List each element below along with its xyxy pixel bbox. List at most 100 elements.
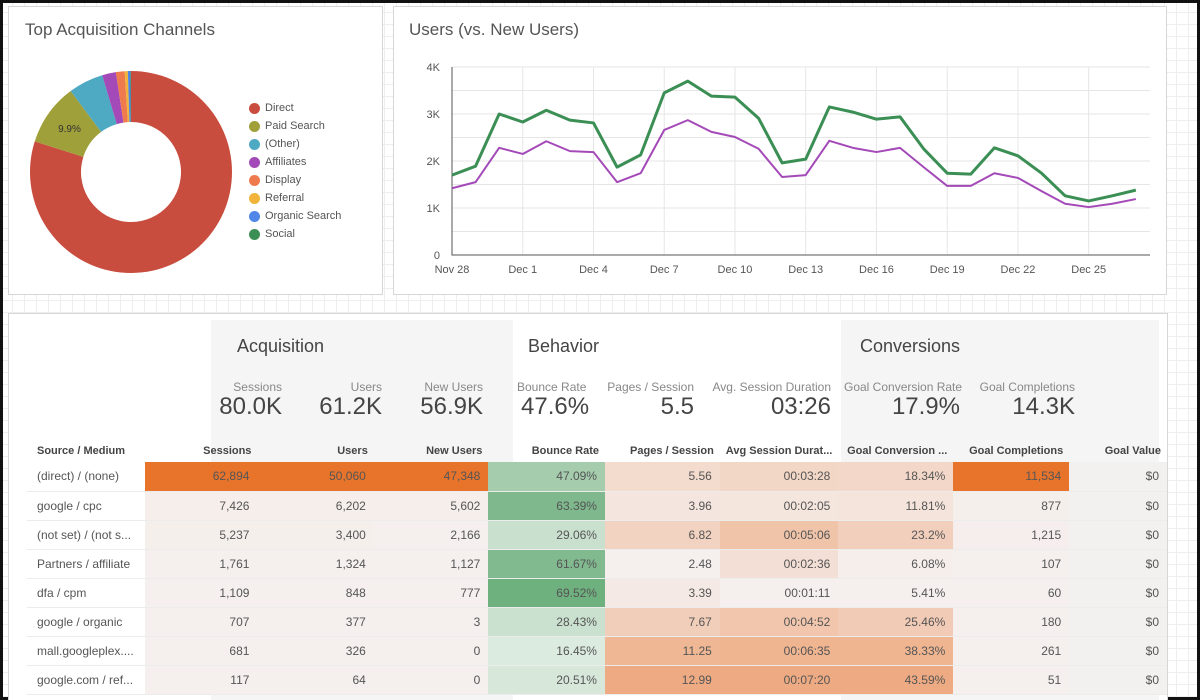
source-medium-cell[interactable]: Partners / affiliate (27, 549, 145, 579)
legend-item[interactable]: Social (249, 225, 341, 243)
table-row[interactable]: google / cpc 7,426 6,202 5,602 63.39% 3.96 00:… (27, 491, 1167, 521)
metric-cell: 00:02:05 (719, 491, 839, 521)
column-header-goal-completions[interactable]: Goal Completions (953, 440, 1069, 462)
metric-cell: 00:05:06 (719, 520, 839, 550)
table-row[interactable]: mall.googleplex.... 681 326 0 16.45% 11.25 00:… (27, 636, 1167, 666)
y-tick-label: 3K (427, 109, 441, 121)
conversions-heading: Conversions (860, 336, 961, 356)
column-header-goal-value[interactable]: Goal Value (1069, 440, 1167, 462)
table-row[interactable]: (direct) / (none) 62,894 50,060 47,348 47.09… (27, 462, 1167, 492)
metric-cell: 61.67% (488, 549, 605, 579)
kpi-label: Bounce Rate (517, 380, 587, 394)
metric-cell: 3,400 (257, 520, 374, 550)
kpi-pages-per-session: Pages / Session 5.5 (604, 380, 694, 420)
y-tick-label: 4K (427, 62, 441, 74)
kpi-label: Goal Completions (979, 380, 1075, 394)
legend-item[interactable]: Organic Search (249, 207, 341, 225)
kpi-goal-conversion-rate: Goal Conversion Rate 17.9% (844, 380, 962, 420)
metric-cell: 29.06% (488, 520, 605, 550)
metric-cell: 7.67 (604, 607, 720, 637)
metric-cell: 1,215 (953, 520, 1070, 550)
metric-cell: 00:01:11 (719, 578, 839, 608)
metric-cell: $0 (1069, 491, 1167, 521)
metric-cell: 00:04:52 (719, 607, 839, 637)
users-line-chart-panel: Users (vs. New Users) Nov 28 Dec 1 Dec 4 De… (393, 6, 1167, 295)
users-series-line[interactable] (451, 79, 1137, 203)
table-row[interactable]: Partners / affiliate 1,761 1,324 1,127 61.67… (27, 549, 1167, 579)
x-tick-label: Dec 10 (718, 264, 753, 276)
table-body: (direct) / (none) 62,894 50,060 47,348 47.09… (27, 462, 1167, 695)
legend-item[interactable]: (Other) (249, 135, 341, 153)
acquisition-heading: Acquisition (237, 336, 325, 356)
source-medium-cell[interactable]: google / cpc (27, 491, 145, 521)
y-tick-label: 0 (434, 250, 440, 262)
source-medium-table: Source / Medium Sessions Users New Users Bou… (27, 440, 1167, 695)
table-row[interactable]: dfa / cpm 1,109 848 777 69.52% 3.39 00:01:11 5.… (27, 578, 1167, 608)
source-medium-cell[interactable]: google / organic (27, 607, 145, 637)
legend-item[interactable]: Paid Search (249, 117, 341, 135)
column-header-users[interactable]: Users (257, 440, 373, 462)
pie-data-label: 9.9% (58, 124, 81, 135)
kpi-new-users: New Users 56.9K (414, 380, 483, 420)
source-medium-cell[interactable]: dfa / cpm (27, 578, 145, 608)
legend-item[interactable]: Affiliates (249, 153, 341, 171)
kpi-value: 03:26 (770, 393, 831, 420)
source-medium-cell[interactable]: google.com / ref... (27, 665, 145, 695)
x-tick-label: Dec 1 (508, 264, 537, 276)
source-medium-cell[interactable]: (direct) / (none) (27, 462, 145, 492)
table-row[interactable]: google.com / ref... 117 64 0 20.51% 12.99 00:0… (27, 665, 1167, 695)
table-row[interactable]: google / organic 707 377 3 28.43% 7.67 00:04:5… (27, 607, 1167, 637)
source-medium-cell[interactable]: mall.googleplex.... (27, 636, 145, 666)
column-header-goal-conversion[interactable]: Goal Conversion ... (838, 440, 953, 462)
legend-label: Paid Search (265, 120, 325, 132)
source-medium-cell[interactable]: (not set) / (not s... (27, 520, 145, 550)
legend-dot-icon (249, 228, 260, 240)
column-header-pages-session[interactable]: Pages / Session (605, 440, 720, 462)
column-header-avg-session-durat[interactable]: Avg Session Durat... (720, 440, 839, 462)
kpi-value: 56.9K (420, 393, 483, 420)
legend-item[interactable]: Display (249, 171, 341, 189)
source-medium-table-panel: Acquisition Behavior Conversions Session… (8, 313, 1168, 700)
x-tick-label: Dec 22 (1001, 264, 1036, 276)
kpi-avg-session-duration: Avg. Session Duration 03:26 (709, 380, 831, 420)
metric-cell: 63.39% (488, 491, 605, 521)
metric-cell: 681 (144, 636, 258, 666)
metric-cell: 707 (144, 607, 258, 637)
kpi-users: Users 61.2K (314, 380, 382, 420)
column-header-source-medium[interactable]: Source / Medium (27, 440, 145, 462)
metric-cell: 2.48 (604, 549, 720, 579)
metric-cell: 6,202 (257, 491, 374, 521)
metric-cell: $0 (1069, 607, 1167, 637)
column-header-bounce-rate[interactable]: Bounce Rate (488, 440, 605, 462)
kpi-goal-completions: Goal Completions 14.3K (979, 380, 1075, 420)
metric-cell: 1,127 (373, 549, 489, 579)
kpi-sessions: Sessions 80.0K (214, 380, 282, 420)
x-tick-label: Dec 13 (788, 264, 823, 276)
metric-cell: 28.43% (488, 607, 605, 637)
kpi-value: 5.5 (660, 393, 694, 420)
line-chart[interactable]: Nov 28 Dec 1 Dec 4 Dec 7 Dec 10 Dec 13 Dec 16 D… (394, 7, 1168, 296)
metric-cell: 5.41% (838, 578, 954, 608)
pie-legend: Direct Paid Search (Other) Affiliates Displa… (249, 99, 341, 243)
y-tick-label: 2K (427, 156, 441, 168)
kpi-value: 17.9% (891, 393, 960, 420)
metric-cell: 23.2% (838, 520, 954, 550)
new-users-series-line[interactable] (451, 119, 1137, 209)
pie-chart-title: Top Acquisition Channels (25, 20, 215, 39)
metric-cell: 64 (257, 665, 374, 695)
donut-chart[interactable]: 79.9% 9.9% (9, 57, 249, 297)
column-header-sessions[interactable]: Sessions (145, 440, 257, 462)
metric-cell: 5.56 (604, 462, 720, 492)
metric-cell: 38.33% (838, 636, 954, 666)
metric-cell: 00:07:20 (719, 665, 839, 695)
table-row[interactable]: (not set) / (not s... 5,237 3,400 2,166 29.0… (27, 520, 1167, 550)
legend-item[interactable]: Referral (249, 189, 341, 207)
kpi-label: Sessions (233, 380, 282, 394)
acquisition-channels-panel: Top Acquisition Channels 79.9% 9.9% Direc… (8, 6, 383, 295)
kpi-value: 14.3K (1012, 393, 1075, 420)
metric-cell: $0 (1069, 636, 1167, 666)
column-header-new-users[interactable]: New Users (374, 440, 489, 462)
metric-cell: $0 (1069, 665, 1167, 695)
metric-cell: $0 (1069, 549, 1167, 579)
legend-item[interactable]: Direct (249, 99, 341, 117)
